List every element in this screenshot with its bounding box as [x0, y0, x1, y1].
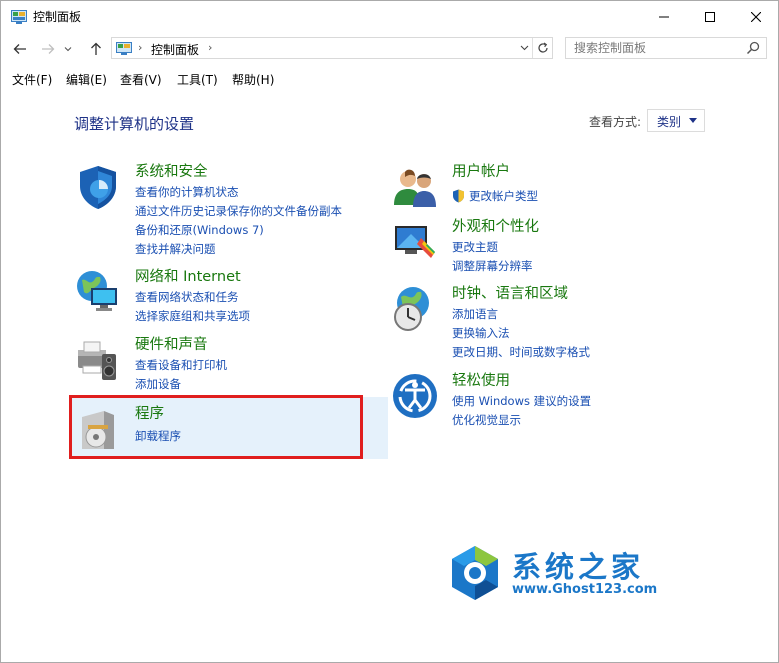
link-change-theme[interactable]: 更改主题	[452, 240, 498, 255]
link-change-account-type[interactable]: 更改帐户类型	[469, 189, 538, 204]
link-devices-printers[interactable]: 查看设备和打印机	[135, 358, 227, 373]
link-change-date-time-format[interactable]: 更改日期、时间或数字格式	[452, 345, 590, 360]
minimize-icon	[659, 16, 669, 18]
address-bar[interactable]: › 控制面板 ›	[111, 37, 553, 59]
view-by-value: 类别	[657, 115, 682, 129]
control-panel-icon	[116, 42, 132, 55]
breadcrumb-separator[interactable]: ›	[138, 41, 142, 54]
printer-speaker-icon[interactable]	[74, 336, 122, 384]
recent-locations-button[interactable]	[61, 38, 75, 60]
link-backup-restore[interactable]: 备份和还原(Windows 7)	[135, 223, 264, 238]
arrow-left-icon	[13, 44, 26, 54]
control-panel-window: 控制面板 › 控制面板 › 搜索控制面板 文件(F) 编辑(E) 查看(V) 工…	[0, 0, 779, 663]
category-title[interactable]: 系统和安全	[135, 163, 208, 181]
watermark-name: 系统之家	[512, 550, 645, 584]
close-icon	[751, 12, 761, 22]
menu-help[interactable]: 帮助(H)	[232, 72, 274, 88]
chevron-down-icon	[520, 45, 528, 51]
ease-of-access-icon[interactable]	[391, 372, 439, 420]
link-recommended-settings[interactable]: 使用 Windows 建议的设置	[452, 394, 591, 409]
menu-bar: 文件(F) 编辑(E) 查看(V) 工具(T) 帮助(H)	[1, 69, 778, 91]
view-by-dropdown[interactable]: 类别	[647, 109, 705, 132]
network-globe-icon[interactable]	[74, 268, 122, 316]
maximize-button[interactable]	[687, 1, 733, 33]
appearance-monitor-icon[interactable]	[391, 218, 439, 266]
clock-globe-icon[interactable]	[391, 285, 439, 333]
title-bar[interactable]: 控制面板	[1, 1, 778, 33]
page-title: 调整计算机的设置	[74, 115, 195, 133]
close-button[interactable]	[733, 1, 778, 33]
category-programs: 程序 卸载程序	[74, 405, 374, 449]
search-icon[interactable]	[746, 41, 760, 55]
category-network-internet: 网络和 Internet 查看网络状态和任务 选择家庭组和共享选项	[74, 268, 374, 328]
category-title[interactable]: 用户帐户	[452, 163, 510, 181]
shield-icon[interactable]	[74, 163, 122, 211]
control-panel-icon	[11, 10, 27, 24]
menu-file[interactable]: 文件(F)	[12, 72, 52, 88]
link-add-language[interactable]: 添加语言	[452, 307, 498, 322]
address-history-button[interactable]	[516, 38, 532, 58]
category-title[interactable]: 网络和 Internet	[135, 268, 241, 286]
chevron-down-icon	[64, 47, 72, 52]
arrow-up-icon	[91, 42, 101, 55]
category-clock-language-region: 时钟、语言和区域 添加语言 更换输入法 更改日期、时间或数字格式	[391, 285, 731, 365]
category-title[interactable]: 时钟、语言和区域	[452, 285, 568, 303]
view-by-label: 查看方式:	[589, 115, 642, 129]
category-title[interactable]: 硬件和声音	[135, 336, 208, 354]
programs-disc-icon[interactable]	[74, 405, 122, 453]
back-button[interactable]	[9, 38, 31, 60]
link-file-history-backup[interactable]: 通过文件历史记录保存你的文件备份副本	[135, 204, 342, 219]
menu-edit[interactable]: 编辑(E)	[66, 72, 107, 88]
minimize-button[interactable]	[641, 1, 687, 33]
category-title[interactable]: 程序	[135, 405, 164, 423]
window-title: 控制面板	[33, 10, 82, 24]
watermark-logo-icon	[452, 546, 498, 600]
link-optimize-visual-display[interactable]: 优化视觉显示	[452, 413, 521, 428]
watermark: 系统之家 www.Ghost123.com	[446, 544, 706, 606]
up-button[interactable]	[85, 38, 107, 60]
search-box[interactable]	[565, 37, 767, 59]
arrow-right-icon	[42, 44, 55, 54]
link-troubleshoot[interactable]: 查找并解决问题	[135, 242, 216, 257]
category-user-accounts: 用户帐户 更改帐户类型	[391, 163, 731, 207]
search-input[interactable]	[574, 40, 734, 56]
link-change-input-method[interactable]: 更换输入法	[452, 326, 510, 341]
link-view-computer-status[interactable]: 查看你的计算机状态	[135, 185, 239, 200]
dropdown-arrow-icon	[689, 118, 697, 123]
category-hardware-sound: 硬件和声音 查看设备和打印机 添加设备	[74, 336, 374, 396]
link-homegroup-sharing[interactable]: 选择家庭组和共享选项	[135, 309, 250, 324]
watermark-url: www.Ghost123.com	[512, 582, 658, 597]
category-system-security: 系统和安全 查看你的计算机状态 通过文件历史记录保存你的文件备份副本 备份和还原…	[74, 163, 374, 259]
forward-button[interactable]	[37, 38, 59, 60]
breadcrumb-control-panel[interactable]: 控制面板	[151, 41, 199, 58]
link-screen-resolution[interactable]: 调整屏幕分辨率	[452, 259, 533, 274]
navigation-bar: › 控制面板 ›	[1, 34, 778, 64]
link-network-status[interactable]: 查看网络状态和任务	[135, 290, 239, 305]
refresh-icon	[538, 42, 548, 53]
users-icon[interactable]	[391, 163, 439, 211]
maximize-icon	[705, 12, 715, 22]
link-uninstall-program[interactable]: 卸载程序	[135, 429, 181, 444]
category-title[interactable]: 外观和个性化	[452, 218, 539, 236]
menu-view[interactable]: 查看(V)	[120, 72, 162, 88]
category-ease-of-access: 轻松使用 使用 Windows 建议的设置 优化视觉显示	[391, 372, 731, 432]
menu-tools[interactable]: 工具(T)	[177, 72, 218, 88]
breadcrumb-separator[interactable]: ›	[208, 41, 212, 54]
category-appearance: 外观和个性化 更改主题 调整屏幕分辨率	[391, 218, 731, 278]
category-title[interactable]: 轻松使用	[452, 372, 510, 390]
refresh-button[interactable]	[532, 38, 553, 58]
uac-shield-icon	[453, 189, 464, 203]
link-add-device[interactable]: 添加设备	[135, 377, 181, 392]
